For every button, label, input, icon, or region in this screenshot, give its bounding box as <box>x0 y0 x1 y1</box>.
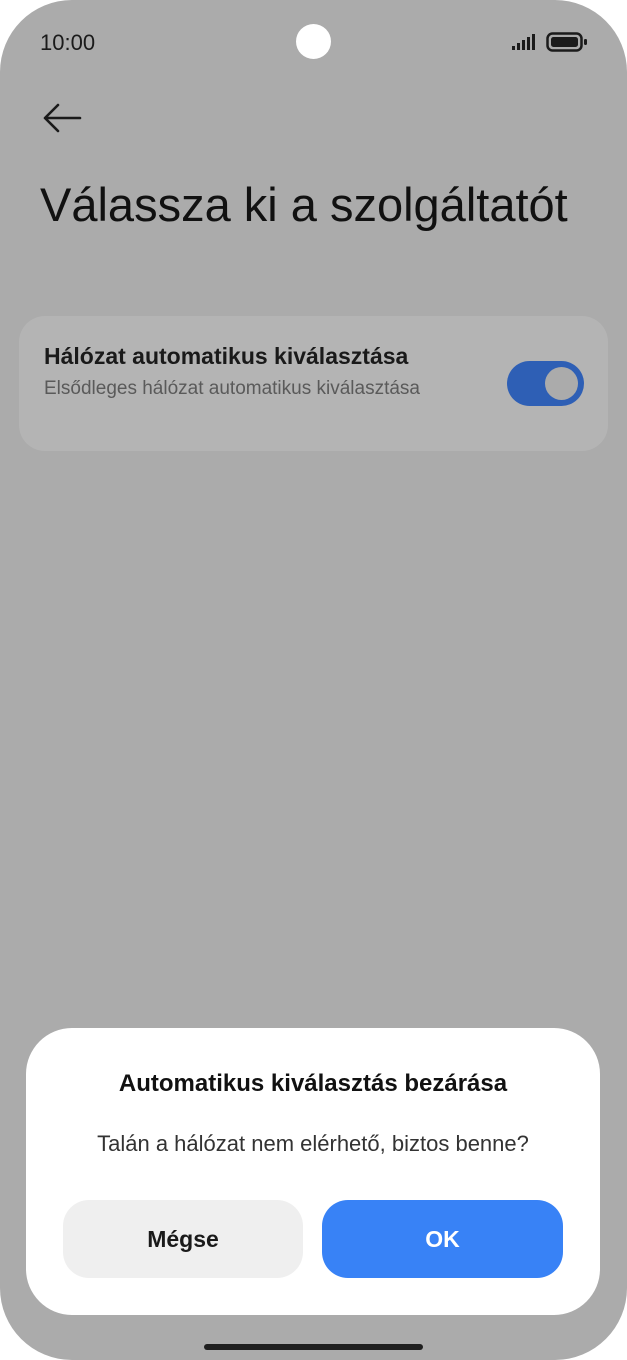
status-time: 10:00 <box>40 30 96 55</box>
front-camera <box>296 24 331 59</box>
screen: 10:00 Válassza ki a szolgáltatót Hálózat… <box>0 0 627 1360</box>
auto-network-toggle[interactable] <box>507 361 584 406</box>
dialog-title: Automatikus kiválasztás bezárása <box>118 1070 508 1097</box>
home-indicator[interactable] <box>204 1344 423 1350</box>
setting-subtitle: Elsődleges hálózat automatikus kiválaszt… <box>44 378 420 399</box>
dialog-message: Talán a hálózat nem elérhető, biztos ben… <box>97 1131 529 1156</box>
ok-button[interactable]: OK <box>322 1200 563 1278</box>
cancel-button[interactable]: Mégse <box>63 1200 303 1278</box>
confirm-dialog: Automatikus kiválasztás bezárása Talán a… <box>26 1028 600 1315</box>
auto-network-setting[interactable]: Hálózat automatikus kiválasztása Elsődle… <box>19 316 608 451</box>
page-title: Válassza ki a szolgáltatót <box>40 178 568 231</box>
status-bar: 10:00 <box>0 0 627 84</box>
toggle-knob <box>545 367 578 400</box>
setting-title: Hálózat automatikus kiválasztása <box>44 343 409 369</box>
back-button[interactable] <box>36 96 88 140</box>
signal-icon <box>512 34 535 50</box>
arrow-left-icon <box>43 103 82 133</box>
battery-icon <box>546 32 587 52</box>
